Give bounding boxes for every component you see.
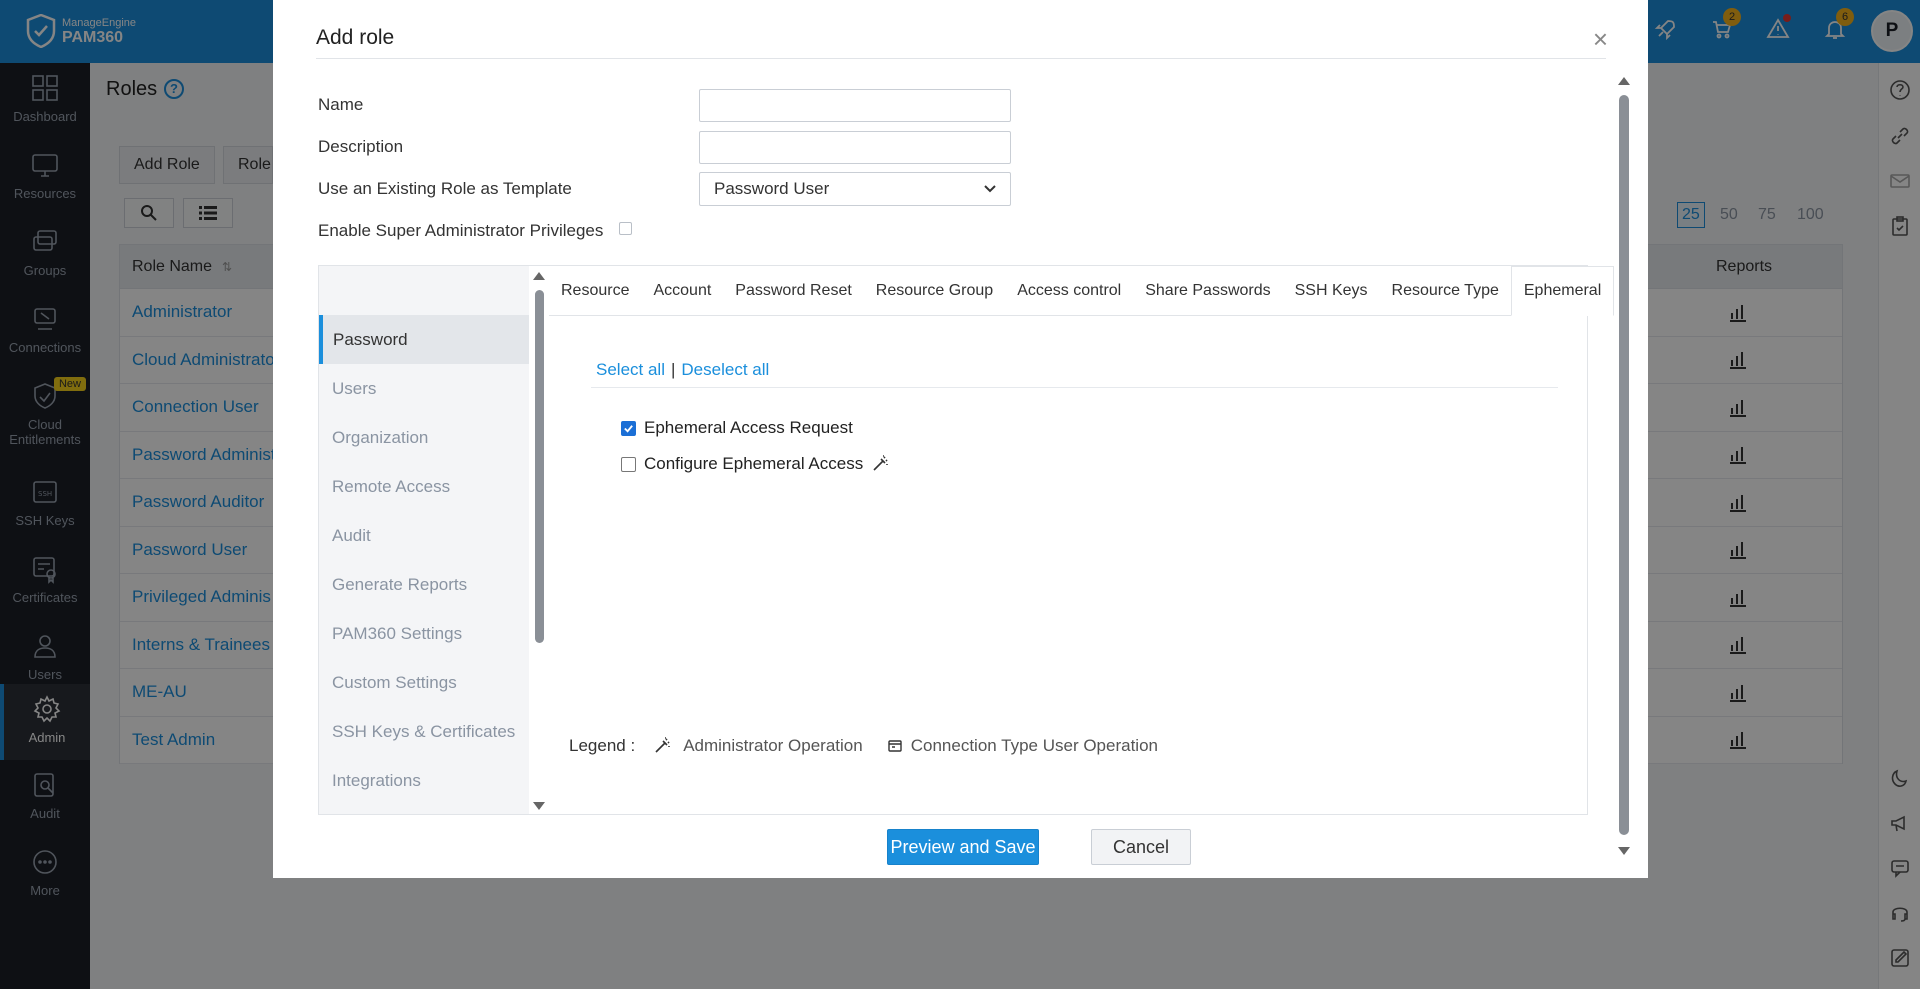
tab-resource-type[interactable]: Resource Type xyxy=(1380,266,1511,315)
category-scrollbar[interactable] xyxy=(531,266,547,814)
description-field[interactable] xyxy=(699,131,1011,164)
scrollbar-thumb[interactable] xyxy=(535,290,544,643)
connection-operation-icon xyxy=(888,740,902,752)
permission-checkbox[interactable] xyxy=(621,420,636,436)
permission-label: Configure Ephemeral Access xyxy=(644,454,864,473)
permission-tabs: Resource Account Password Reset Resource… xyxy=(549,266,1615,316)
cancel-button[interactable]: Cancel xyxy=(1091,829,1191,865)
category-generate-reports[interactable]: Generate Reports xyxy=(319,560,529,609)
scroll-up-icon[interactable] xyxy=(1618,77,1630,85)
legend: Legend : Administrator Operation Connect… xyxy=(569,736,1182,756)
permission-checkbox[interactable] xyxy=(621,456,636,472)
category-pam360-settings[interactable]: PAM360 Settings xyxy=(319,609,529,658)
admin-operation-icon xyxy=(655,737,670,753)
description-label: Description xyxy=(318,137,404,156)
tab-access-control[interactable]: Access control xyxy=(1005,266,1133,315)
category-organization[interactable]: Organization xyxy=(319,413,529,462)
permission-label: Ephemeral Access Request xyxy=(644,418,853,437)
checkmark-icon xyxy=(624,424,633,433)
chevron-down-icon xyxy=(984,185,996,193)
template-value: Password User xyxy=(714,179,830,198)
category-password[interactable]: Password xyxy=(319,315,529,364)
modal-scrollbar[interactable] xyxy=(1616,75,1632,865)
template-label: Use an Existing Role as Template xyxy=(318,179,572,198)
divider xyxy=(591,387,1558,388)
scroll-up-icon[interactable] xyxy=(533,272,545,280)
name-field[interactable] xyxy=(699,89,1011,122)
tab-password-reset[interactable]: Password Reset xyxy=(723,266,864,315)
tab-resource-group[interactable]: Resource Group xyxy=(864,266,1005,315)
category-ssh-keys-certificates[interactable]: SSH Keys & Certificates xyxy=(319,707,529,756)
admin-operation-icon xyxy=(873,455,889,471)
legend-admin-op: Administrator Operation xyxy=(683,736,863,755)
permissions-panel: Password Users Organization Remote Acces… xyxy=(318,265,1615,815)
scrollbar-thumb[interactable] xyxy=(1619,95,1629,835)
select-all-link[interactable]: Select all xyxy=(596,360,665,379)
category-list: Password Users Organization Remote Acces… xyxy=(319,266,529,814)
modal-title: Add role xyxy=(316,26,395,49)
category-remote-access[interactable]: Remote Access xyxy=(319,462,529,511)
link-separator: | xyxy=(670,360,676,379)
tab-share-passwords[interactable]: Share Passwords xyxy=(1133,266,1282,315)
category-custom-settings[interactable]: Custom Settings xyxy=(319,658,529,707)
category-audit[interactable]: Audit xyxy=(319,511,529,560)
scroll-down-icon[interactable] xyxy=(1618,847,1630,855)
template-select[interactable]: Password User xyxy=(699,172,1011,206)
select-links: Select all | Deselect all xyxy=(596,360,769,380)
add-role-modal: Add role × Name Description Use an Exist… xyxy=(273,0,1648,878)
permission-ephemeral-access-request[interactable]: Ephemeral Access Request xyxy=(621,418,853,438)
preview-and-save-button[interactable]: Preview and Save xyxy=(887,829,1039,865)
legend-conn-op: Connection Type User Operation xyxy=(910,736,1158,755)
category-users[interactable]: Users xyxy=(319,364,529,413)
permission-configure-ephemeral-access[interactable]: Configure Ephemeral Access xyxy=(621,454,889,474)
scroll-down-icon[interactable] xyxy=(533,802,545,810)
legend-label: Legend : xyxy=(569,736,636,755)
tab-ephemeral[interactable]: Ephemeral xyxy=(1510,266,1615,316)
category-integrations[interactable]: Integrations xyxy=(319,756,529,805)
divider xyxy=(316,58,1606,59)
name-label: Name xyxy=(318,95,364,114)
super-admin-label: Enable Super Administrator Privileges xyxy=(318,221,604,240)
super-admin-checkbox[interactable] xyxy=(619,222,632,235)
tab-account[interactable]: Account xyxy=(641,266,723,315)
deselect-all-link[interactable]: Deselect all xyxy=(681,360,769,379)
tab-resource[interactable]: Resource xyxy=(549,266,641,315)
tab-ssh-keys[interactable]: SSH Keys xyxy=(1283,266,1380,315)
close-icon[interactable]: × xyxy=(1593,24,1608,55)
